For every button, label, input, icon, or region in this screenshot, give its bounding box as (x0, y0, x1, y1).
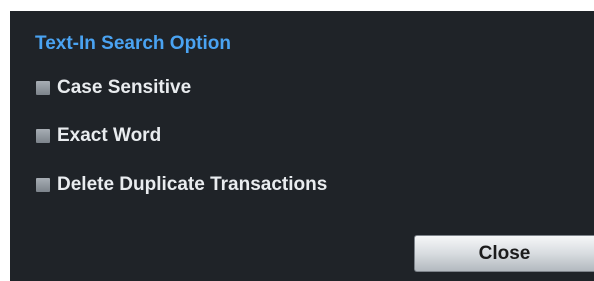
case-sensitive-checkbox[interactable] (36, 81, 50, 95)
search-option-dialog: Text-In Search Option Case Sensitive Exa… (10, 11, 594, 281)
case-sensitive-option[interactable]: Case Sensitive (36, 76, 191, 100)
delete-duplicates-option[interactable]: Delete Duplicate Transactions (36, 173, 327, 197)
exact-word-checkbox[interactable] (36, 129, 50, 143)
delete-duplicates-label: Delete Duplicate Transactions (57, 174, 328, 195)
dialog-title: Text-In Search Option (35, 33, 232, 54)
close-button[interactable]: Close (414, 235, 594, 272)
case-sensitive-label: Case Sensitive (57, 77, 192, 98)
delete-duplicates-checkbox[interactable] (36, 178, 50, 192)
exact-word-label: Exact Word (57, 125, 162, 146)
exact-word-option[interactable]: Exact Word (36, 124, 161, 148)
